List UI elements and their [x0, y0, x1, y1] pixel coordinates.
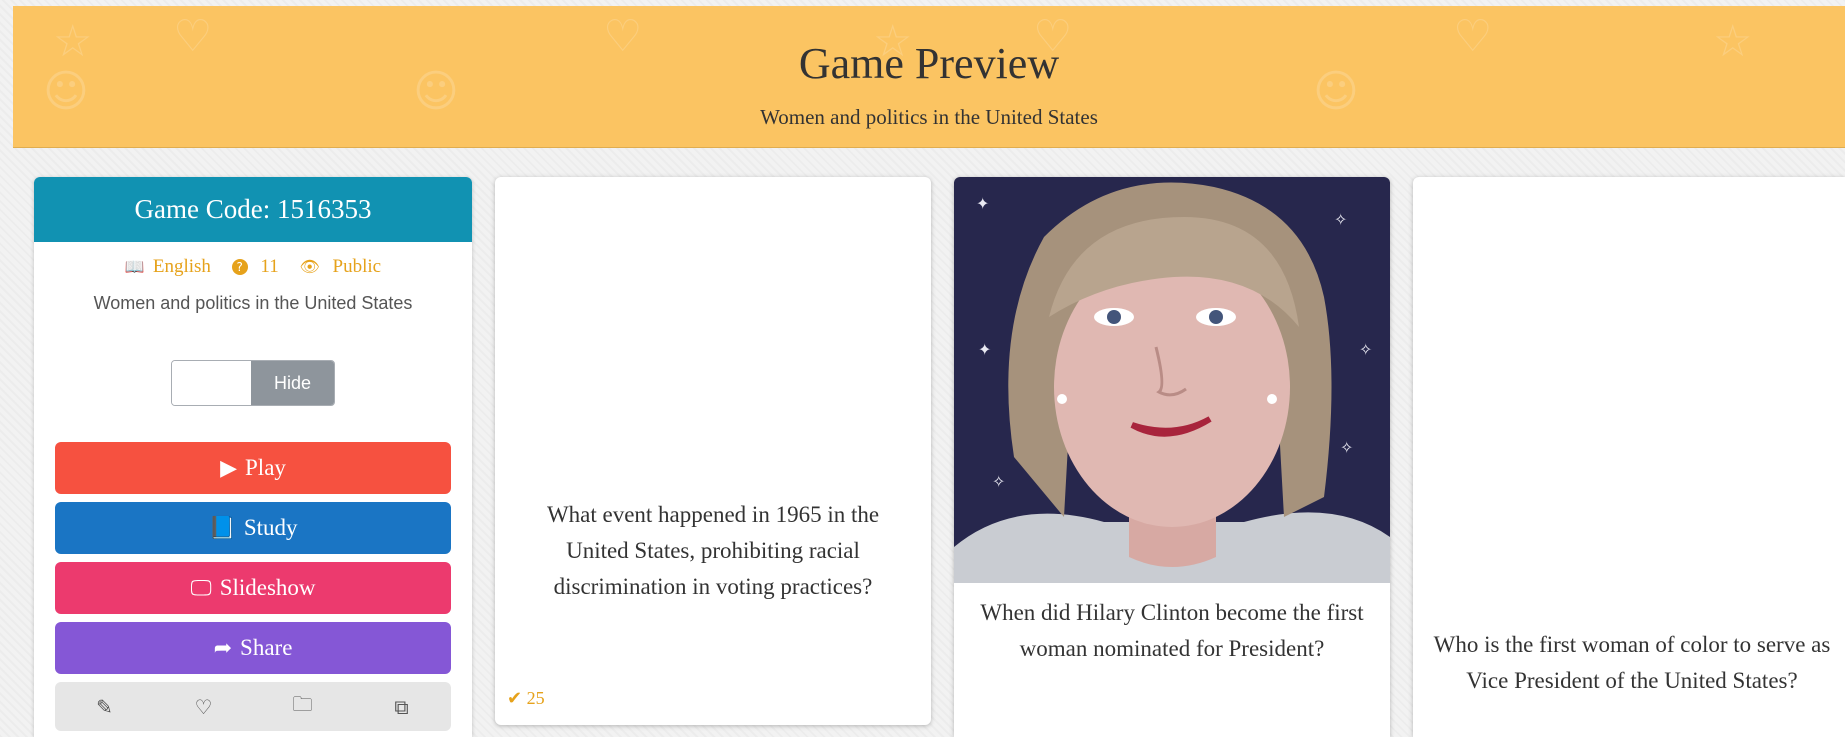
share-button[interactable]: ➦ Share [55, 622, 451, 674]
share-icon: ➦ [213, 636, 233, 661]
monitor-icon: 🖵 [190, 576, 212, 601]
svg-text:✦: ✦ [978, 340, 991, 359]
toggle-label[interactable]: Hide [251, 361, 334, 405]
question-count: 11 [260, 256, 279, 277]
check-icon: ✔ [507, 688, 523, 708]
game-code: Game Code: 1516353 [34, 177, 472, 242]
slideshow-button[interactable]: 🖵 Slideshow [55, 562, 451, 614]
folder-icon[interactable]: 🗀 [283, 690, 323, 724]
book-icon: 📘 [208, 516, 236, 541]
question-text: What event happened in 1965 in the Unite… [546, 502, 880, 599]
question-text: When did Hilary Clinton become the first… [980, 600, 1364, 661]
question-card[interactable]: ✦ ✧ ✦ ✧ ✧ ✧ When did Hilary Clinton become … [954, 177, 1390, 737]
question-card[interactable]: Who is the first woman of color to serve… [1413, 177, 1845, 737]
eye-icon: 👁 [299, 257, 320, 276]
book-icon: 📖 [124, 257, 145, 276]
tool-row: ✎ ♡ 🗀 ⧉ [55, 682, 451, 731]
copy-icon[interactable]: ⧉ [382, 695, 422, 719]
page-title: Game Preview [798, 39, 1060, 88]
svg-text:✧: ✧ [992, 472, 1005, 491]
game-description: Women and politics in the United States [93, 293, 413, 313]
study-label: Study [243, 515, 298, 540]
language-label: English [152, 256, 211, 277]
page-subtitle: Women and politics in the United States [760, 105, 1098, 129]
question-card[interactable]: What event happened in 1965 in the Unite… [495, 177, 931, 725]
game-info-panel: Game Code: 1516353 📖 English ? 11 👁 Publi… [34, 177, 472, 737]
play-label: Play [245, 455, 286, 480]
slideshow-label: Slideshow [219, 575, 316, 600]
visibility-label: Public [332, 256, 382, 277]
study-button[interactable]: 📘 Study [55, 502, 451, 554]
play-icon: ▶ [220, 456, 238, 481]
game-meta: 📖 English ? 11 👁 Public [34, 256, 472, 278]
question-text: Who is the first woman of color to serve… [1433, 632, 1831, 693]
portrait-illustration: ✦ ✧ ✦ ✧ ✧ ✧ [954, 177, 1390, 583]
svg-text:✧: ✧ [1340, 438, 1353, 457]
svg-text:✧: ✧ [1359, 340, 1372, 359]
toggle-track[interactable] [172, 361, 251, 405]
question-icon: ? [231, 259, 248, 275]
svg-text:✦: ✦ [976, 194, 989, 213]
hide-toggle[interactable]: Hide [171, 360, 335, 406]
header-banner: ☆ ♡ ☺ ☺ ♡ ☆ ♡ ☺ ♡ ☆ Game Preview Women a… [13, 6, 1845, 148]
heart-icon[interactable]: ♡ [184, 695, 224, 719]
play-button[interactable]: ▶ Play [55, 442, 451, 494]
share-label: Share [240, 635, 293, 660]
svg-text:✧: ✧ [1334, 210, 1347, 229]
correct-count: ✔ 25 [507, 688, 545, 708]
pencil-icon[interactable]: ✎ [85, 695, 125, 719]
